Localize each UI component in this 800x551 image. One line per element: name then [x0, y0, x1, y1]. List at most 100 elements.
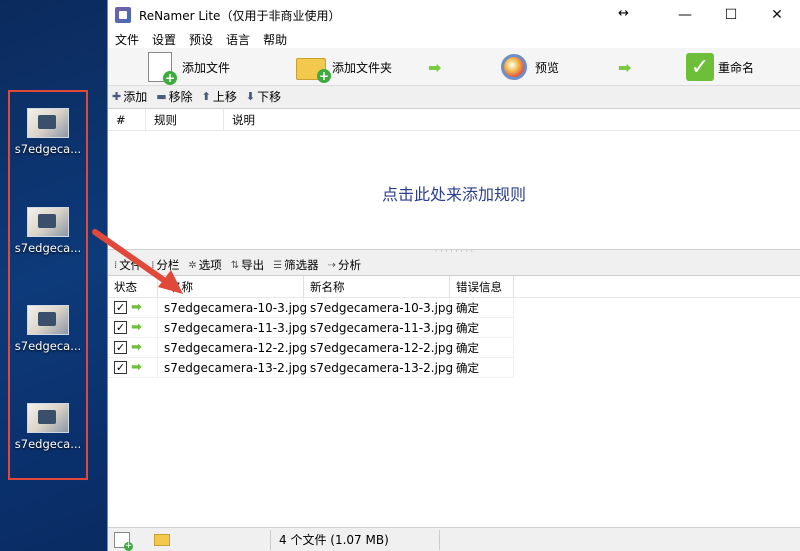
preview-label: 预览 [535, 60, 560, 75]
preview-button[interactable]: 预览 [501, 51, 559, 83]
row-checkbox[interactable]: ✓ [114, 301, 127, 314]
files-menu-button[interactable]: ⁞ 文件 [114, 257, 142, 273]
menu-help[interactable]: 帮助 [263, 31, 287, 48]
arrow-right-icon: ➡ [618, 57, 632, 77]
row-checkbox[interactable]: ✓ [114, 321, 127, 334]
main-toolbar: + 添加文件 + 添加文件夹 ➡ 预览 ➡ ✓ 重命名 [108, 48, 800, 86]
status-cell: ✓ ➡ [108, 298, 158, 318]
files-panel[interactable]: 状态 名称 新名称 错误信息 ✓ ➡ s7edgecamera-10-3.jpg… [108, 275, 800, 527]
status-cell: ✓ ➡ [108, 318, 158, 338]
files-icon: ⁞ [114, 259, 118, 271]
options-menu-button[interactable]: ✲ 选项 [188, 257, 221, 273]
arrow-right-icon: ➡ [131, 340, 142, 355]
export-menu-button[interactable]: ⇅ 导出 [231, 257, 264, 273]
name-cell: s7edgecamera-13-2.jpg [158, 358, 307, 378]
row-checkbox[interactable]: ✓ [114, 361, 127, 374]
column-header-error[interactable]: 错误信息 [450, 276, 514, 298]
new-name-cell: s7edgecamera-11-3.jpg [304, 318, 453, 338]
add-rules-hint[interactable]: 点击此处来添加规则 [108, 181, 800, 205]
menu-language[interactable]: 语言 [226, 31, 250, 48]
export-icon: ⇅ [230, 259, 240, 271]
desktop-icon-label: s7edgeca... [14, 142, 82, 156]
arrow-down-icon: ⬇ [245, 89, 256, 103]
analyze-icon: ⇢ [327, 259, 337, 271]
table-row[interactable]: ✓ ➡ s7edgecamera-13-2.jpg s7edgecamera-1… [108, 358, 800, 378]
status-cell: ✓ ➡ [108, 358, 158, 378]
desktop-icon-label: s7edgeca... [14, 241, 82, 255]
plus-icon: ✚ [112, 89, 122, 103]
move-up-button[interactable]: ⬆ 上移 [202, 88, 237, 105]
arrow-right-icon: ➡ [131, 320, 142, 335]
new-name-cell: s7edgecamera-10-3.jpg [304, 298, 453, 318]
status-divider [270, 529, 271, 550]
desktop-icon-file-4[interactable]: s7edgeca... [8, 403, 88, 451]
menu-settings[interactable]: 设置 [152, 31, 176, 48]
column-header-new-name[interactable]: 新名称 [304, 276, 450, 298]
menu-presets[interactable]: 预设 [189, 31, 213, 48]
desktop-icon-file-1[interactable]: s7edgeca... [8, 108, 88, 156]
analyze-menu-button[interactable]: ⇢ 分析 [328, 257, 361, 273]
status-bar: 4 个文件 (1.07 MB) [108, 527, 800, 551]
error-cell: 确定 [450, 318, 514, 338]
table-row[interactable]: ✓ ➡ s7edgecamera-10-3.jpg s7edgecamera-1… [108, 298, 800, 318]
row-checkbox[interactable]: ✓ [114, 341, 127, 354]
image-thumbnail-icon [27, 305, 69, 335]
options-icon: ✲ [188, 259, 197, 271]
columns-menu-label: 分栏 [156, 258, 180, 272]
filters-menu-label: 筛选器 [284, 258, 319, 272]
name-cell: s7edgecamera-11-3.jpg [158, 318, 307, 338]
arrow-up-icon: ⬆ [201, 89, 211, 103]
column-header-status[interactable]: 状态 [108, 276, 158, 298]
flow-arrow-2: ➡ [618, 51, 631, 83]
status-cell: ✓ ➡ [108, 338, 158, 358]
move-down-label: 下移 [257, 89, 282, 104]
columns-menu-button[interactable]: ⁞ 分栏 [151, 257, 179, 273]
rules-panel[interactable]: # 规则 说明 点击此处来添加规则 [108, 108, 800, 250]
renamer-window: ReNamer Lite（仅用于非商业使用） ↔ — ☐ ✕ 文件 设置 预设 … [107, 0, 800, 551]
move-down-button[interactable]: ⬇ 下移 [246, 88, 281, 105]
add-file-status-icon[interactable] [114, 531, 133, 551]
add-files-button[interactable]: + 添加文件 [148, 51, 230, 85]
minimize-button[interactable]: — [662, 0, 708, 30]
columns-icon: ⁞ [151, 259, 155, 271]
error-cell: 确定 [450, 338, 514, 358]
name-cell: s7edgecamera-12-2.jpg [158, 338, 307, 358]
new-name-cell: s7edgecamera-13-2.jpg [304, 358, 453, 378]
maximize-button[interactable]: ☐ [708, 0, 754, 30]
desktop-icon-file-3[interactable]: s7edgeca... [8, 305, 88, 353]
add-folder-button[interactable]: + 添加文件夹 [296, 51, 392, 83]
window-title: ReNamer Lite（仅用于非商业使用） [139, 8, 341, 23]
add-folder-status-icon[interactable] [154, 533, 170, 546]
files-menu-label: 文件 [119, 258, 143, 272]
rename-button[interactable]: ✓ 重命名 [686, 51, 754, 83]
error-cell: 确定 [450, 298, 514, 318]
column-header-number[interactable]: # [108, 108, 146, 131]
table-row[interactable]: ✓ ➡ s7edgecamera-11-3.jpg s7edgecamera-1… [108, 318, 800, 338]
remove-rule-button[interactable]: ▬ 移除 [156, 88, 192, 105]
add-rule-label: 添加 [123, 89, 148, 104]
arrow-right-icon: ➡ [131, 360, 142, 375]
close-button[interactable]: ✕ [754, 0, 800, 30]
arrow-right-icon: ➡ [428, 57, 442, 77]
filters-menu-button[interactable]: ☰ 筛选器 [273, 257, 318, 273]
column-header-name[interactable]: 名称 [158, 276, 304, 298]
column-header-rule[interactable]: 规则 [146, 108, 224, 131]
menu-file[interactable]: 文件 [115, 31, 139, 48]
desktop-icon-file-2[interactable]: s7edgeca... [8, 207, 88, 255]
new-name-cell: s7edgecamera-12-2.jpg [304, 338, 453, 358]
table-row[interactable]: ✓ ➡ s7edgecamera-12-2.jpg s7edgecamera-1… [108, 338, 800, 358]
status-divider [438, 529, 440, 550]
options-menu-label: 选项 [198, 258, 222, 272]
error-cell: 确定 [450, 358, 514, 378]
image-thumbnail-icon [27, 207, 69, 237]
add-rule-button[interactable]: ✚ 添加 [112, 88, 147, 105]
menu-bar: 文件 设置 预设 语言 帮助 [108, 30, 800, 48]
checkmark-icon: ✓ [686, 53, 714, 81]
renamer-app-icon [115, 7, 131, 23]
image-thumbnail-icon [27, 108, 69, 138]
title-bar[interactable]: ReNamer Lite（仅用于非商业使用） ↔ — ☐ ✕ [108, 0, 800, 30]
column-header-description[interactable]: 说明 [224, 109, 344, 131]
move-up-label: 上移 [212, 89, 237, 104]
file-count-status: 4 个文件 (1.07 MB) [279, 533, 389, 547]
flow-arrow-1: ➡ [428, 51, 441, 83]
